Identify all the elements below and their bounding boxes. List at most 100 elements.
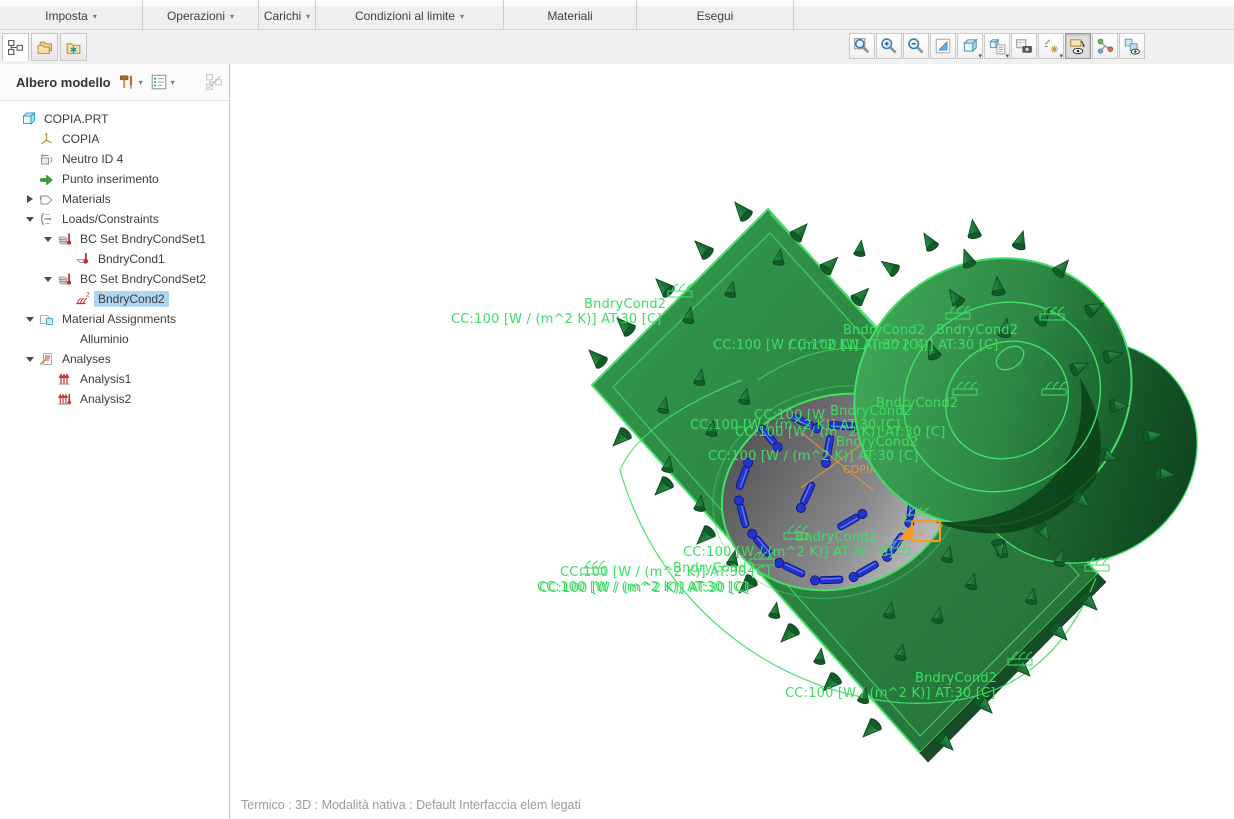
tree-item-analysis2[interactable]: Analysis2 bbox=[0, 389, 229, 409]
insert-icon bbox=[38, 171, 55, 187]
toolbar-spin-center-button[interactable] bbox=[1092, 33, 1118, 59]
cone-symbol bbox=[612, 427, 632, 447]
cone-symbol bbox=[923, 232, 939, 252]
tree-item-label: BC Set BndryCondSet1 bbox=[80, 232, 207, 246]
bc-annotation-label[interactable]: BndryCond2 bbox=[915, 671, 997, 686]
menu-bar-filler bbox=[794, 0, 1234, 29]
menu-caret-icon: ▾ bbox=[92, 11, 97, 21]
toolbar-zoom-in-button[interactable] bbox=[876, 33, 902, 59]
model-tree-title: Albero modello bbox=[16, 74, 111, 90]
toolbar-view-manager-button[interactable]: ▾ bbox=[984, 33, 1010, 60]
bc-annotation-label[interactable]: CC:100 [W / (m^2 K)] AT:30 [C] bbox=[683, 545, 894, 560]
model-tree-icon bbox=[7, 39, 24, 56]
tree-item-materials[interactable]: Materials bbox=[0, 189, 229, 209]
datum-display-icon bbox=[1042, 37, 1060, 55]
toolbar-refit-button[interactable] bbox=[930, 33, 956, 59]
tree-item-material-assignments[interactable]: Material Assignments bbox=[0, 309, 229, 329]
menu-bar: Imposta ▾ Operazioni ▾ Carichi ▾ Condizioni al… bbox=[0, 0, 1234, 30]
menu-caret-icon: ▾ bbox=[306, 11, 311, 21]
bc-annotation-label[interactable]: CC:100 [W / (m^2 K)] AT:30 [C] bbox=[451, 312, 662, 327]
bc-annotation-label[interactable]: BndryCond2 bbox=[836, 435, 918, 450]
tree-item-bndrycond1[interactable]: BndryCond1 bbox=[0, 249, 229, 269]
toolbar-datum-display-button[interactable]: ▾ bbox=[1038, 33, 1064, 60]
cone-symbol bbox=[655, 278, 675, 298]
navigator-tab-folder-browser[interactable] bbox=[31, 33, 58, 61]
tree-item-copia-prt[interactable]: COPIA.PRT bbox=[0, 109, 229, 129]
menu-tab-carichi[interactable]: Carichi ▾ bbox=[259, 0, 316, 29]
collapse-icon[interactable] bbox=[44, 276, 52, 286]
tree-item-bc-set-bndrycondset1[interactable]: BC Set BndryCondSet1 bbox=[0, 229, 229, 249]
tree-item-label: Loads/Constraints bbox=[62, 212, 159, 226]
bc-annotation-label[interactable]: BndryCond2 bbox=[584, 297, 666, 312]
bc-annotation-label[interactable]: BndryCond2 bbox=[936, 323, 1018, 338]
tree-item-label: Analysis2 bbox=[80, 392, 132, 406]
menu-tab-materiali[interactable]: Materiali bbox=[504, 0, 637, 29]
navigator-tab-favorites[interactable] bbox=[60, 33, 87, 61]
bc-temp-icon bbox=[74, 251, 91, 267]
model-tree-header: Albero modello ▾ ▾ bbox=[0, 64, 229, 101]
analysis1-icon bbox=[56, 371, 73, 387]
tree-item-punto-inserimento[interactable]: Punto inserimento bbox=[0, 169, 229, 189]
tree-tools-icon[interactable] bbox=[118, 73, 136, 91]
cone-symbol bbox=[853, 239, 866, 257]
collapse-icon[interactable] bbox=[44, 236, 52, 246]
collapse-icon[interactable] bbox=[26, 356, 34, 366]
tree-item-label: COPIA.PRT bbox=[44, 112, 109, 126]
toolbar-zoom-region-button[interactable] bbox=[849, 33, 875, 59]
navigator-tab-model-tree[interactable] bbox=[2, 33, 29, 61]
tree-item-loads-constraints[interactable]: Loads/Constraints bbox=[0, 209, 229, 229]
tree-item-label: BndryCond1 bbox=[98, 252, 165, 266]
toolbar-saved-views-button[interactable]: ▾ bbox=[957, 33, 983, 60]
cone-symbol bbox=[768, 601, 781, 619]
menu-tab-imposta[interactable]: Imposta ▾ bbox=[0, 0, 143, 29]
folder-browser-icon bbox=[36, 39, 53, 56]
tree-filters-caret[interactable]: ▾ bbox=[171, 78, 175, 87]
bc-annotation-label[interactable]: CC:100 [W / (m^2 K)] AT:30 [C] bbox=[708, 449, 919, 464]
tree-item-copia[interactable]: COPIA bbox=[0, 129, 229, 149]
bc-annotation-label[interactable]: BndryCond2 bbox=[795, 530, 877, 545]
part-icon bbox=[20, 111, 37, 127]
collapse-icon[interactable] bbox=[26, 316, 34, 326]
toolbar-annotation-display-button[interactable] bbox=[1065, 33, 1091, 59]
analysis2-icon bbox=[56, 391, 73, 407]
tree-columns-icon[interactable] bbox=[205, 73, 223, 91]
tree-item-bndrycond2[interactable]: BndryCond2 bbox=[0, 289, 229, 309]
graphics-area[interactable]: COPIA › BndryCond2 CC:100 [W / (m^2 K)] A… bbox=[231, 64, 1234, 790]
tree-item-analyses[interactable]: Analyses bbox=[0, 349, 229, 369]
menu-tab-condizioni-al-limite[interactable]: Condizioni al limite ▾ bbox=[316, 0, 504, 29]
dropdown-caret-icon: ▾ bbox=[978, 53, 982, 60]
tree-item-label: Analysis1 bbox=[80, 372, 132, 386]
cone-symbol bbox=[967, 218, 982, 239]
tree-item-alluminio[interactable]: Alluminio bbox=[0, 329, 229, 349]
analyses-icon bbox=[38, 351, 55, 367]
favorites-icon bbox=[65, 39, 82, 56]
bc-annotation-label[interactable]: CC:100 [W / (m^2 K)] AT:30 [C] bbox=[539, 581, 750, 596]
tree-item-bc-set-bndrycondset2[interactable]: BC Set BndryCondSet2 bbox=[0, 269, 229, 289]
bc-annotation-label[interactable]: BndryCond2 bbox=[830, 404, 912, 419]
tree-tools-caret[interactable]: ▾ bbox=[139, 78, 143, 87]
status-text: Termico : 3D : Modalità nativa : Default… bbox=[241, 797, 581, 812]
tree-filters-icon[interactable] bbox=[150, 73, 168, 91]
zoom-out-icon bbox=[907, 37, 925, 55]
tree-item-label: Alluminio bbox=[80, 332, 129, 346]
menu-tab-operazioni[interactable]: Operazioni ▾ bbox=[143, 0, 259, 29]
bc-annotation-label[interactable]: CC:100 [W / (m^2 K)] AT:30 [C] bbox=[788, 338, 999, 353]
toolbar-sim-display-button[interactable] bbox=[1119, 33, 1145, 59]
bc-annotation-label[interactable]: BndryCond2 bbox=[843, 323, 925, 338]
collapse-icon[interactable] bbox=[26, 216, 34, 226]
toolbar-row: ▾ ▾ ▾ bbox=[0, 30, 1234, 64]
menu-tab-esegui[interactable]: Esegui bbox=[637, 0, 794, 29]
tree-item-analysis1[interactable]: Analysis1 bbox=[0, 369, 229, 389]
navigator-tabs bbox=[2, 33, 87, 61]
toolbar-image-capture-button[interactable] bbox=[1011, 33, 1037, 59]
menu-caret-icon: ▾ bbox=[460, 11, 465, 21]
expand-icon[interactable] bbox=[26, 195, 37, 203]
loads-icon bbox=[38, 211, 55, 227]
tree-item-neutro-id-4[interactable]: Neutro ID 4 bbox=[0, 149, 229, 169]
toolbar-zoom-out-button[interactable] bbox=[903, 33, 929, 59]
neutro-icon bbox=[38, 151, 55, 167]
bc-annotation-label[interactable]: CC:100 [W / (m^2 K)] AT:30 [C] bbox=[785, 686, 996, 701]
matassign-icon bbox=[38, 311, 55, 327]
tree-item-label: Analyses bbox=[62, 352, 111, 366]
bc-annotation-label[interactable]: CC:100 [W / (m^2 K)] AT:30 [C] bbox=[560, 565, 771, 580]
